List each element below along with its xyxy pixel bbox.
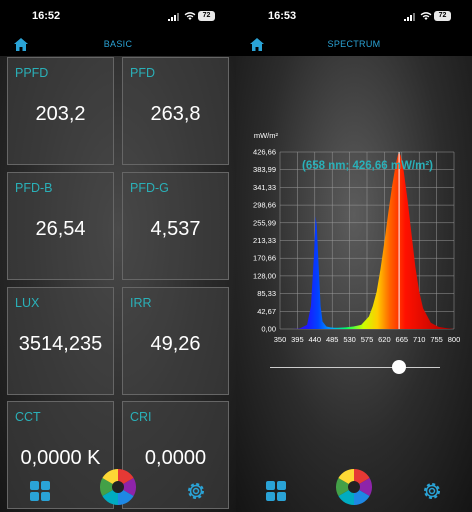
x-tick-label: 710 bbox=[413, 335, 426, 344]
x-tick-label: 485 bbox=[326, 335, 339, 344]
metric-card-cct: CCT 0,0000 K bbox=[7, 401, 114, 509]
x-tick-label: 350 bbox=[274, 335, 287, 344]
x-tick-label: 575 bbox=[361, 335, 374, 344]
y-tick-label: 128,00 bbox=[253, 271, 276, 280]
wavelength-slider-track[interactable] bbox=[270, 367, 440, 368]
metric-label: IRR bbox=[130, 296, 152, 310]
metric-card-pfd-b: PFD-B 26,54 bbox=[7, 172, 114, 280]
signal-icon bbox=[404, 13, 415, 21]
y-tick-label: 255,99 bbox=[253, 218, 276, 227]
y-tick-label: 85,33 bbox=[257, 289, 276, 298]
page-title: BASIC bbox=[103, 39, 133, 49]
status-bar: 16:52 72 bbox=[0, 0, 236, 34]
nav-bar: BASIC bbox=[0, 34, 236, 56]
x-tick-label: 395 bbox=[291, 335, 304, 344]
metric-value: 49,26 bbox=[150, 333, 201, 355]
y-tick-label: 298,66 bbox=[253, 201, 276, 210]
color-wheel-icon[interactable] bbox=[100, 469, 136, 505]
metric-value: 3514,235 bbox=[18, 333, 103, 355]
metric-value: 263,8 bbox=[150, 103, 201, 125]
metric-card-pfd: PFD 263,8 bbox=[122, 57, 229, 165]
battery-icon: 72 bbox=[198, 11, 215, 21]
dashboard-icon[interactable] bbox=[30, 481, 50, 501]
metric-value: 0,0000 bbox=[144, 447, 207, 469]
color-wheel-icon[interactable] bbox=[336, 469, 372, 505]
peak-tooltip: (658 nm; 426,66 mW/m²) bbox=[302, 160, 434, 172]
status-time: 16:52 bbox=[32, 10, 61, 22]
metric-label: CCT bbox=[15, 410, 41, 424]
y-axis-label: mW/m² bbox=[254, 131, 279, 140]
spectrum-screen: 16:53 72 SPECTRUM 0,00 42,67 85,33 128,0… bbox=[236, 0, 472, 512]
wifi-icon bbox=[184, 12, 196, 20]
metric-label: PFD-G bbox=[130, 181, 169, 195]
y-tick-label: 426,66 bbox=[253, 148, 276, 157]
metric-label: CRI bbox=[130, 410, 152, 424]
y-tick-label: 213,33 bbox=[253, 236, 276, 245]
metric-card-irr: IRR 49,26 bbox=[122, 287, 229, 395]
y-tick-label: 383,99 bbox=[253, 165, 276, 174]
gear-icon[interactable] bbox=[422, 481, 442, 501]
metric-label: PPFD bbox=[15, 66, 49, 80]
metric-value: 26,54 bbox=[35, 218, 86, 240]
metric-value: 203,2 bbox=[35, 103, 86, 125]
x-tick-label: 620 bbox=[378, 335, 391, 344]
x-tick-label: 530 bbox=[343, 335, 356, 344]
x-tick-label: 440 bbox=[309, 335, 322, 344]
dashboard-icon[interactable] bbox=[266, 481, 286, 501]
x-tick-label: 665 bbox=[396, 335, 409, 344]
page-title: SPECTRUM bbox=[327, 39, 381, 49]
gear-icon[interactable] bbox=[186, 481, 206, 501]
metric-value: 4,537 bbox=[150, 218, 201, 240]
x-tick-label: 755 bbox=[430, 335, 443, 344]
metric-card-pfd-g: PFD-G 4,537 bbox=[122, 172, 229, 280]
metric-card-ppfd: PPFD 203,2 bbox=[7, 57, 114, 165]
metric-value: 0,0000 K bbox=[20, 447, 101, 469]
signal-icon bbox=[168, 13, 179, 21]
x-tick-label: 800 bbox=[448, 335, 461, 344]
y-tick-label: 170,66 bbox=[253, 254, 276, 263]
status-time: 16:53 bbox=[268, 10, 297, 22]
wifi-icon bbox=[420, 12, 432, 20]
metric-card-lux: LUX 3514,235 bbox=[7, 287, 114, 395]
y-tick-label: 42,67 bbox=[257, 307, 276, 316]
metric-label: LUX bbox=[15, 296, 40, 310]
metric-card-cri: CRI 0,0000 bbox=[122, 401, 229, 509]
y-tick-label: 0,00 bbox=[261, 325, 276, 334]
y-tick-label: 341,33 bbox=[253, 183, 276, 192]
wavelength-slider-thumb[interactable] bbox=[392, 360, 406, 374]
metric-label: PFD bbox=[130, 66, 155, 80]
nav-bar: SPECTRUM bbox=[236, 34, 472, 56]
spectrum-chart: 0,00 42,67 85,33 128,00 170,66 213,33 255,99 29… bbox=[253, 131, 461, 344]
status-bar: 16:53 72 bbox=[236, 0, 472, 34]
metric-label: PFD-B bbox=[15, 181, 53, 195]
basic-screen: 16:52 72 BASIC PPFD 203,2 PFD 263,8 PFD-… bbox=[0, 0, 236, 512]
battery-icon: 72 bbox=[434, 11, 451, 21]
